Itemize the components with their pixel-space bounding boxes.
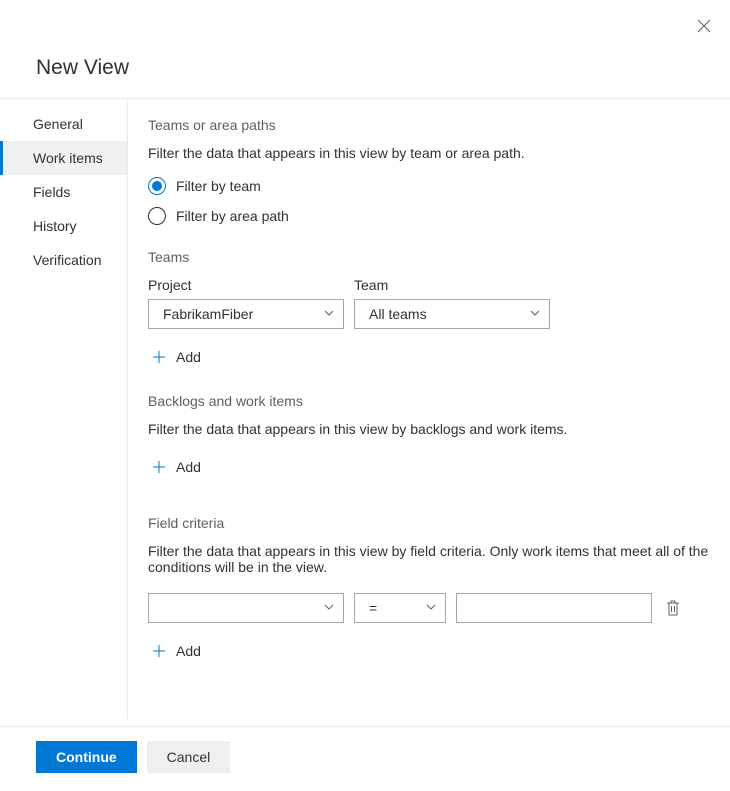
section-title-teams: Teams	[148, 249, 720, 265]
content-panel: Teams or area paths Filter the data that…	[128, 99, 730, 719]
section-title-criteria: Field criteria	[148, 515, 720, 531]
sidebar-item-label: Verification	[33, 252, 101, 268]
select-value: =	[369, 600, 377, 616]
section-desc-backlogs: Filter the data that appears in this vie…	[148, 421, 720, 437]
trash-icon	[666, 600, 680, 616]
sidebar-item-work-items[interactable]: Work items	[0, 141, 127, 175]
continue-button[interactable]: Continue	[36, 741, 137, 773]
add-criteria-button[interactable]: Add	[148, 637, 205, 665]
chevron-down-icon	[323, 600, 335, 616]
section-desc-criteria: Filter the data that appears in this vie…	[148, 543, 720, 575]
sidebar-item-label: Fields	[33, 184, 70, 200]
radio-label: Filter by area path	[176, 208, 289, 224]
radio-label: Filter by team	[176, 178, 261, 194]
sidebar-item-fields[interactable]: Fields	[0, 175, 127, 209]
cancel-button[interactable]: Cancel	[147, 741, 231, 773]
team-select[interactable]: All teams	[354, 299, 550, 329]
sidebar-item-general[interactable]: General	[0, 107, 127, 141]
criteria-row: =	[148, 593, 720, 623]
add-label: Add	[176, 643, 201, 659]
add-team-button[interactable]: Add	[148, 343, 205, 371]
sidebar-item-label: General	[33, 116, 83, 132]
radio-icon	[148, 177, 166, 195]
team-label: Team	[354, 277, 550, 293]
chevron-down-icon	[425, 600, 437, 616]
add-label: Add	[176, 349, 201, 365]
criteria-field-select[interactable]	[148, 593, 344, 623]
add-label: Add	[176, 459, 201, 475]
plus-icon	[152, 460, 166, 474]
plus-icon	[152, 644, 166, 658]
select-value: FabrikamFiber	[163, 306, 253, 322]
filter-radio-group: Filter by team Filter by area path	[148, 177, 720, 225]
chevron-down-icon	[323, 306, 335, 322]
plus-icon	[152, 350, 166, 364]
delete-criteria-button[interactable]	[662, 596, 684, 620]
select-value: All teams	[369, 306, 427, 322]
close-icon	[697, 19, 711, 33]
page-title: New View	[0, 0, 730, 98]
sidebar: General Work items Fields History Verifi…	[0, 99, 128, 719]
sidebar-item-label: Work items	[33, 150, 103, 166]
section-desc-teams-paths: Filter the data that appears in this vie…	[148, 145, 720, 161]
section-title-teams-paths: Teams or area paths	[148, 117, 720, 133]
sidebar-item-verification[interactable]: Verification	[0, 243, 127, 277]
sidebar-item-label: History	[33, 218, 77, 234]
radio-filter-by-team[interactable]: Filter by team	[148, 177, 720, 195]
criteria-value-input[interactable]	[456, 593, 652, 623]
radio-icon	[148, 207, 166, 225]
criteria-operator-select[interactable]: =	[354, 593, 446, 623]
radio-filter-by-area-path[interactable]: Filter by area path	[148, 207, 720, 225]
sidebar-item-history[interactable]: History	[0, 209, 127, 243]
section-title-backlogs: Backlogs and work items	[148, 393, 720, 409]
add-backlog-button[interactable]: Add	[148, 453, 205, 481]
project-select[interactable]: FabrikamFiber	[148, 299, 344, 329]
chevron-down-icon	[529, 306, 541, 322]
project-label: Project	[148, 277, 344, 293]
footer: Continue Cancel	[0, 726, 730, 791]
close-button[interactable]	[696, 18, 712, 34]
